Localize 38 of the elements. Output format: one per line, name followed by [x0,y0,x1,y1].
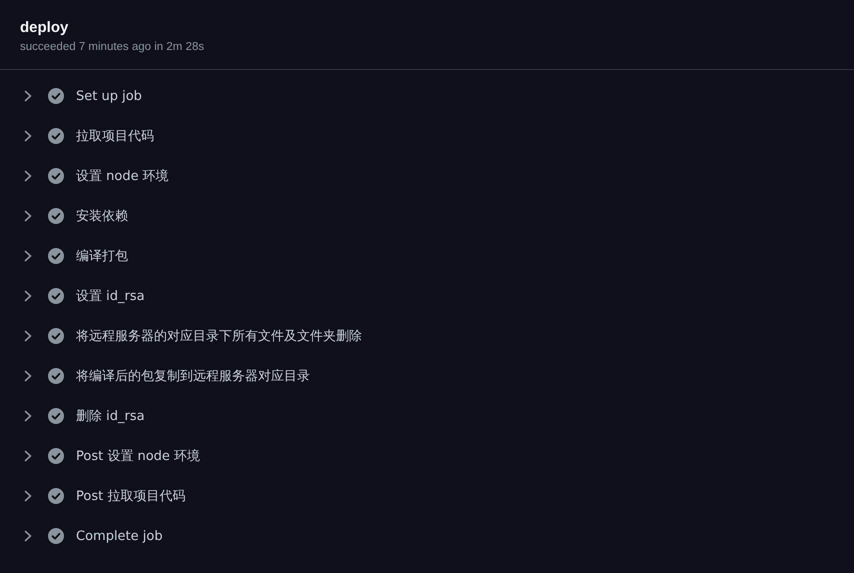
chevron-icon[interactable] [24,450,32,462]
check-circle-icon [48,168,64,184]
check-circle-icon [48,208,64,224]
chevron-icon[interactable] [24,170,32,182]
job-title: deploy [20,18,70,38]
step-name[interactable]: 设置 id_rsa [76,287,145,305]
step-name[interactable]: 拉取项目代码 [76,127,154,145]
chevron-icon[interactable] [24,290,32,302]
chevron-icon[interactable] [24,530,32,542]
check-circle-icon [48,328,64,344]
step-name[interactable]: Post 拉取项目代码 [76,487,186,505]
check-circle-icon [48,528,64,544]
chevron-icon[interactable] [24,490,32,502]
chevron-icon[interactable] [24,250,32,262]
step-name[interactable]: 将编译后的包复制到远程服务器对应目录 [76,367,310,385]
check-circle-icon [48,248,64,264]
step-name[interactable]: 将远程服务器的对应目录下所有文件及文件夹删除 [76,327,362,345]
chevron-icon[interactable] [24,330,32,342]
step-name[interactable]: 设置 node 环境 [76,167,169,185]
check-circle-icon [48,88,64,104]
step-name[interactable]: 删除 id_rsa [76,407,145,425]
check-circle-icon [48,368,64,384]
step-name[interactable]: 编译打包 [76,247,128,265]
chevron-icon[interactable] [24,370,32,382]
check-circle-icon [48,408,64,424]
step-name[interactable]: Post 设置 node 环境 [76,447,200,465]
chevron-icon[interactable] [24,130,32,142]
step-name[interactable]: Set up job [76,88,142,104]
check-circle-icon [48,488,64,504]
chevron-icon[interactable] [24,410,32,422]
step-name[interactable]: Complete job [76,528,163,544]
check-circle-icon [48,288,64,304]
job-summary: succeeded 7 minutes ago in 2m 28s [20,41,206,53]
check-circle-icon [48,448,64,464]
chevron-icon[interactable] [24,210,32,222]
chevron-icon[interactable] [24,90,32,102]
step-name[interactable]: 安装依赖 [76,207,128,225]
check-circle-icon [48,128,64,144]
